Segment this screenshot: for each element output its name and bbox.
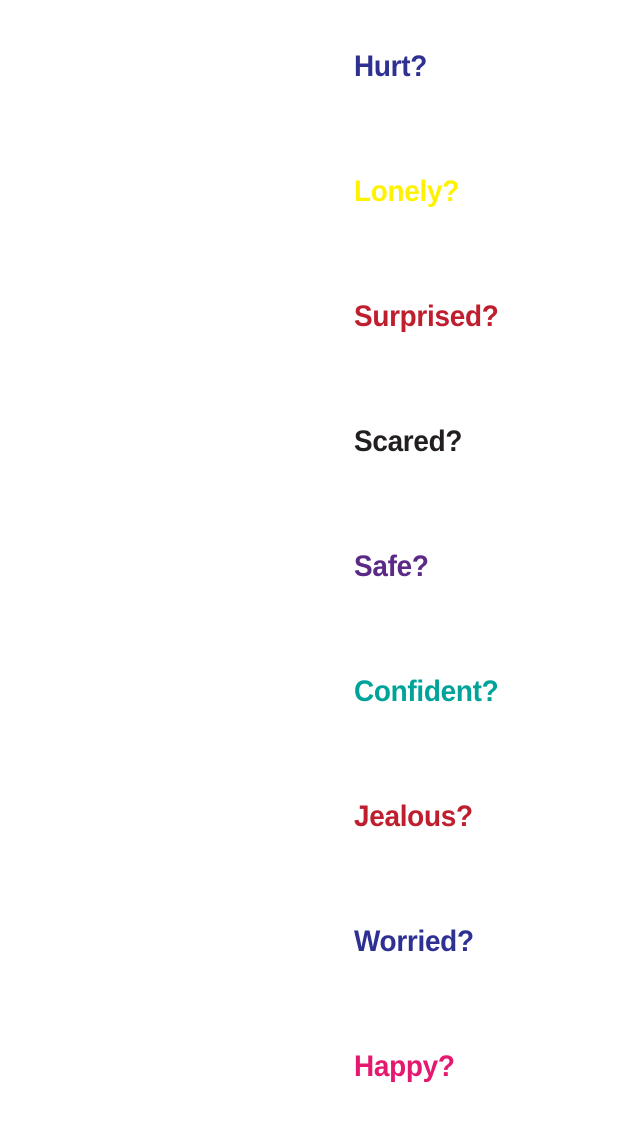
feeling-happy: Happy?	[354, 1050, 455, 1083]
page: Hurt? Lonely? Surprised? Scared? Safe? C…	[0, 0, 631, 1137]
feeling-surprised: Surprised?	[354, 300, 499, 333]
feeling-confident: Confident?	[354, 675, 499, 708]
feeling-safe: Safe?	[354, 550, 429, 583]
feeling-scared: Scared?	[354, 425, 463, 458]
feeling-hurt: Hurt?	[354, 50, 427, 83]
feeling-worried: Worried?	[354, 925, 474, 958]
feeling-jealous: Jealous?	[354, 800, 473, 833]
feelings-list: Hurt? Lonely? Surprised? Scared? Safe? C…	[354, 0, 614, 1137]
feeling-lonely: Lonely?	[354, 175, 460, 208]
